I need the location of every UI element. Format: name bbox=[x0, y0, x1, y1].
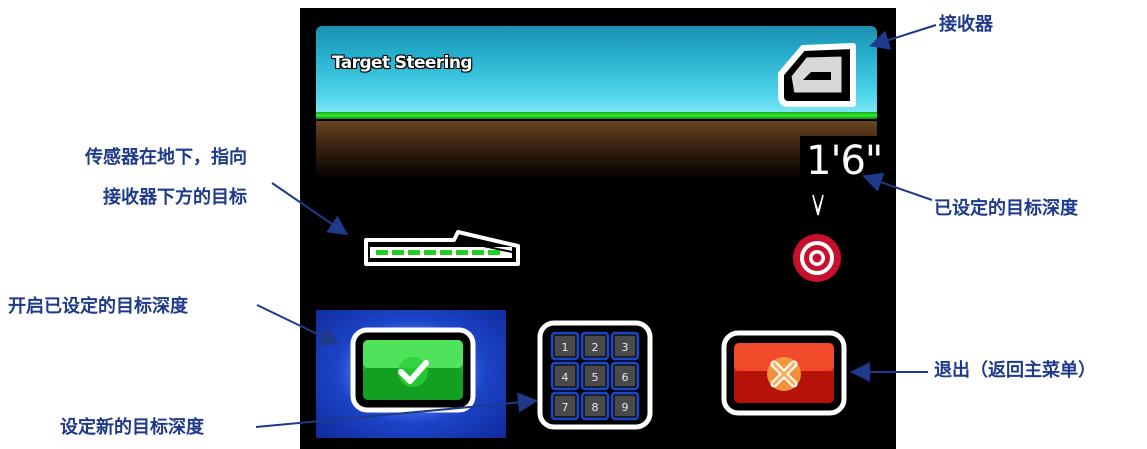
annotation-set-new-depth: 设定新的目标深度 bbox=[60, 417, 204, 438]
annotation-sensor-line2: 接收器下方的目标 bbox=[103, 187, 247, 208]
annotation-exit: 退出（返回主菜单） bbox=[934, 360, 1096, 381]
annotation-enable-preset: 开启已设定的目标深度 bbox=[8, 296, 188, 317]
annotation-receiver: 接收器 bbox=[939, 14, 993, 35]
annotation-preset-depth: 已设定的目标深度 bbox=[934, 198, 1078, 219]
annotation-sensor-line1: 传感器在地下，指向 bbox=[85, 147, 247, 168]
